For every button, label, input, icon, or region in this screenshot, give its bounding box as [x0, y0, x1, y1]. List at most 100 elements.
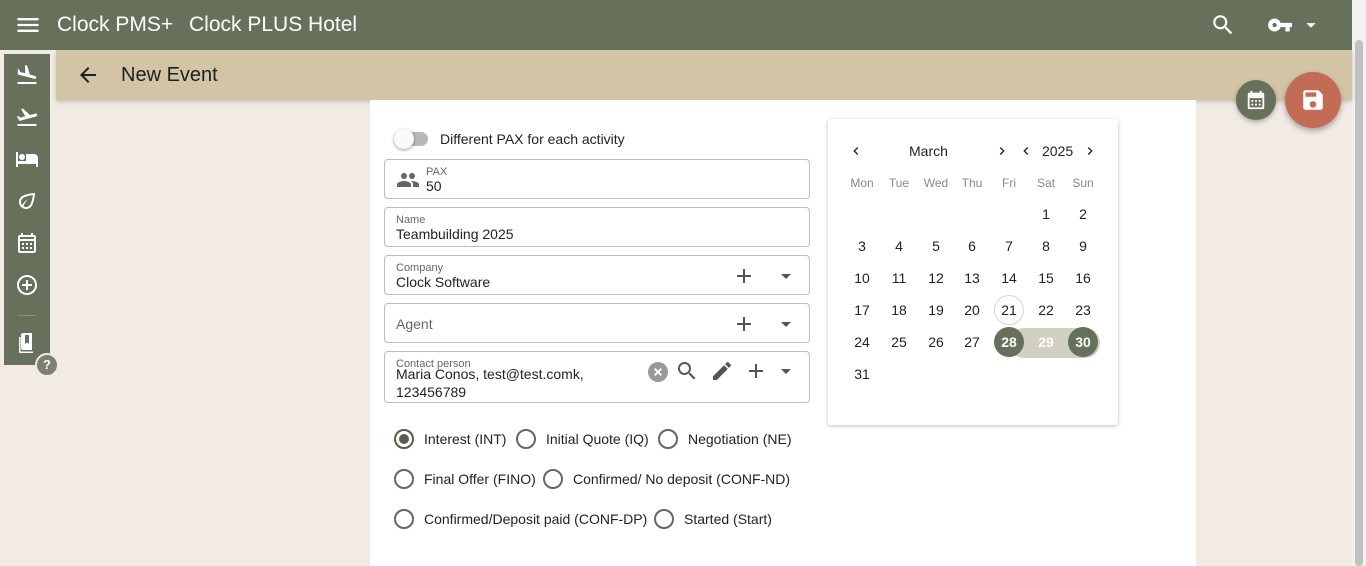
- calendar-day[interactable]: 28: [994, 327, 1024, 357]
- calendar-day[interactable]: 21: [994, 295, 1024, 325]
- help-icon[interactable]: ?: [35, 353, 59, 377]
- calendar-day[interactable]: 18: [884, 295, 914, 325]
- calendar-day[interactable]: 12: [921, 263, 951, 293]
- app-title[interactable]: Clock PMS+: [57, 13, 173, 37]
- contact-value-line2[interactable]: 123456789: [396, 384, 466, 400]
- scrollbar-thumb[interactable]: [1355, 40, 1363, 566]
- prev-year-icon[interactable]: [1018, 143, 1034, 159]
- calendar-day[interactable]: 14: [994, 263, 1024, 293]
- pax-field[interactable]: PAX 50: [384, 159, 810, 199]
- calendar-day[interactable]: 19: [921, 295, 951, 325]
- search-icon[interactable]: [1210, 12, 1236, 38]
- calendar-day[interactable]: 7: [994, 231, 1024, 261]
- calendar-day[interactable]: 20: [957, 295, 987, 325]
- save-button[interactable]: [1285, 72, 1341, 128]
- add-company-icon[interactable]: [732, 264, 756, 288]
- add-contact-icon[interactable]: [744, 359, 768, 383]
- calendar-day[interactable]: 3: [847, 231, 877, 261]
- calendar-day[interactable]: 24: [847, 327, 877, 357]
- page-title: New Event: [121, 64, 218, 86]
- book-icon[interactable]: [15, 331, 39, 355]
- company-field[interactable]: Company Clock Software: [384, 255, 810, 295]
- company-dropdown-icon[interactable]: [774, 264, 798, 288]
- radio-circle[interactable]: [658, 429, 678, 449]
- edit-icon[interactable]: [710, 359, 734, 383]
- radio-circle[interactable]: [394, 509, 414, 529]
- calendar-day[interactable]: 15: [1031, 263, 1061, 293]
- save-icon: [1303, 90, 1323, 110]
- weekday-label: Wed: [923, 176, 949, 190]
- status-label: Started (Start): [684, 511, 772, 527]
- calendar-day[interactable]: 13: [957, 263, 987, 293]
- weekday-label: Mon: [850, 176, 874, 190]
- name-field[interactable]: Name Teambuilding 2025: [384, 207, 810, 247]
- calendar-day[interactable]: 8: [1031, 231, 1061, 261]
- calendar-day[interactable]: 2: [1068, 199, 1098, 229]
- calendar-icon[interactable]: [15, 231, 39, 255]
- top-app-bar: Clock PMS+ Clock PLUS Hotel: [0, 0, 1352, 50]
- status-label: Confirmed/ No deposit (CONF-ND): [573, 471, 791, 487]
- key-icon[interactable]: [1266, 12, 1294, 38]
- status-label: Negotiation (NE): [688, 431, 792, 447]
- calendar-day[interactable]: 16: [1068, 263, 1098, 293]
- name-value[interactable]: Teambuilding 2025: [396, 226, 514, 242]
- contact-value-line1[interactable]: Maria Conos, test@test.comk,: [396, 366, 584, 382]
- calendar-day[interactable]: 10: [847, 263, 877, 293]
- calendar-day[interactable]: 30: [1068, 327, 1098, 357]
- menu-icon[interactable]: [14, 11, 42, 39]
- leaf-icon[interactable]: [15, 189, 39, 213]
- calendar-day[interactable]: 6: [957, 231, 987, 261]
- page-scrollbar[interactable]: [1352, 0, 1366, 566]
- calendar-day[interactable]: 11: [884, 263, 914, 293]
- prev-month-icon[interactable]: [848, 143, 864, 159]
- calendar-day[interactable]: 25: [884, 327, 914, 357]
- search-icon[interactable]: [675, 359, 699, 383]
- calendar-day[interactable]: 1: [1031, 199, 1061, 229]
- company-value[interactable]: Clock Software: [396, 274, 490, 290]
- agent-placeholder: Agent: [396, 316, 433, 332]
- arrow-back-icon[interactable]: [76, 63, 100, 87]
- agent-field[interactable]: Agent: [384, 303, 810, 343]
- calendar-day[interactable]: 26: [921, 327, 951, 357]
- add-circle-icon[interactable]: [15, 273, 39, 297]
- calendar-fab[interactable]: [1236, 80, 1276, 120]
- status-label: Confirmed/Deposit paid (CONF-DP): [424, 511, 648, 527]
- different-pax-label: Different PAX for each activity: [440, 131, 625, 147]
- page-header: New Event: [56, 50, 1352, 100]
- weekday-label: Sat: [1036, 176, 1055, 190]
- next-year-icon[interactable]: [1082, 143, 1098, 159]
- caret-down-icon[interactable]: [1300, 12, 1322, 38]
- contact-dropdown-icon[interactable]: [774, 359, 798, 383]
- pax-value[interactable]: 50: [426, 178, 442, 194]
- radio-circle[interactable]: [394, 469, 414, 489]
- rail-divider: [18, 315, 36, 316]
- bed-icon[interactable]: [15, 147, 39, 171]
- clear-icon[interactable]: [646, 360, 670, 384]
- calendar-day[interactable]: 4: [884, 231, 914, 261]
- add-agent-icon[interactable]: [732, 312, 756, 336]
- calendar-day[interactable]: 9: [1068, 231, 1098, 261]
- calendar-year[interactable]: 2025: [1042, 143, 1073, 159]
- hotel-name[interactable]: Clock PLUS Hotel: [189, 13, 357, 37]
- status-label: Interest (INT): [424, 431, 507, 447]
- calendar-day[interactable]: 29: [1031, 327, 1061, 357]
- weekday-label: Sun: [1072, 176, 1094, 190]
- radio-circle[interactable]: [654, 509, 674, 529]
- agent-dropdown-icon[interactable]: [774, 312, 798, 336]
- contact-person-field[interactable]: Contact person Maria Conos, test@test.co…: [384, 351, 810, 403]
- radio-circle[interactable]: [516, 429, 536, 449]
- calendar-day[interactable]: 27: [957, 327, 987, 357]
- weekday-label: Fri: [1002, 176, 1016, 190]
- radio-circle[interactable]: [543, 469, 563, 489]
- calendar-day[interactable]: 17: [847, 295, 877, 325]
- calendar-day[interactable]: 5: [921, 231, 951, 261]
- flight-takeoff-icon[interactable]: [15, 105, 39, 129]
- flight-land-icon[interactable]: [15, 63, 39, 87]
- calendar-day[interactable]: 31: [847, 359, 877, 389]
- calendar-day[interactable]: 23: [1068, 295, 1098, 325]
- calendar-month[interactable]: March: [909, 143, 948, 159]
- next-month-icon[interactable]: [994, 143, 1010, 159]
- calendar-day[interactable]: 22: [1031, 295, 1061, 325]
- radio-circle[interactable]: [394, 429, 414, 449]
- toggle-thumb[interactable]: [394, 129, 414, 149]
